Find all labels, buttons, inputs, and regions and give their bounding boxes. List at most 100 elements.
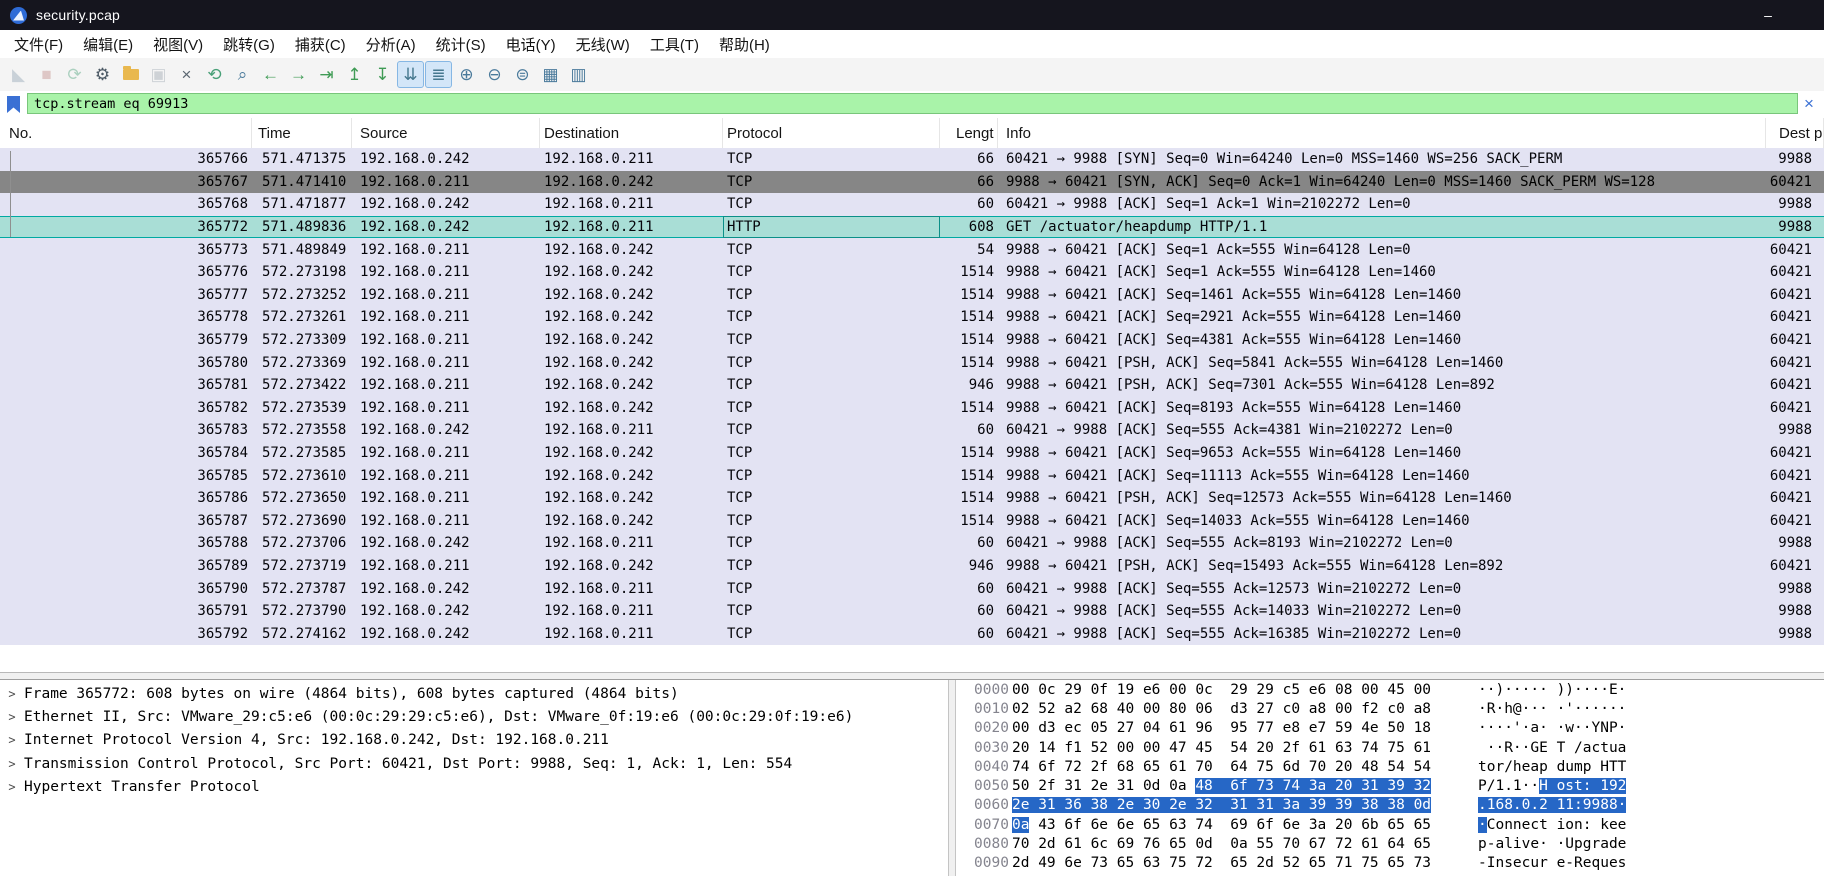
capture-restart-button[interactable]: ⟳ [61, 61, 88, 88]
packet-row[interactable]: 365773 571.489849 192.168.0.211 192.168.0.2… [0, 238, 1824, 261]
hex-offset: 0070 [974, 816, 1009, 833]
column-header-no[interactable]: No. [0, 118, 252, 148]
packet-row[interactable]: 365782 572.273539 192.168.0.211 192.168.0.2… [0, 396, 1824, 420]
menu-item-go[interactable]: 跳转(G) [213, 30, 285, 58]
zoom-in-button[interactable]: ⊕ [453, 61, 480, 88]
hex-row[interactable]: 0030 20 14 f1 52 00 00 47 45 54 20 2f 61 … [956, 738, 1824, 757]
packet-row[interactable]: 365768 571.471877 192.168.0.242 192.168.0.2… [0, 193, 1824, 216]
save-file-button[interactable]: ▣ [145, 61, 172, 88]
minimize-button[interactable]: – [1745, 0, 1791, 30]
cell-info: 60421 → 9988 [ACK] Seq=555 Ack=16385 Win… [1006, 625, 1462, 642]
zoom-out-button[interactable]: ⊖ [481, 61, 508, 88]
packet-row[interactable]: 365767 571.471410 192.168.0.211 192.168.0.2… [0, 170, 1824, 194]
packet-row[interactable]: 365779 572.273309 192.168.0.211 192.168.0.2… [0, 328, 1824, 352]
details-pane: > Frame 365772: 608 bytes on wire (4864 b… [0, 680, 948, 876]
hex-row[interactable]: 0010 02 52 a2 68 40 00 80 06 d3 27 c0 a8 … [956, 699, 1824, 718]
cell-source: 192.168.0.242 [360, 196, 470, 213]
packet-row[interactable]: 365785 572.273610 192.168.0.211 192.168.0.2… [0, 464, 1824, 487]
column-header-protocol[interactable]: Protocol [723, 118, 940, 148]
close-file-button[interactable]: × [173, 61, 200, 88]
detail-line[interactable]: > Internet Protocol Version 4, Src: 192.1… [0, 729, 948, 752]
go-first-button[interactable]: ↥ [341, 61, 368, 88]
cell-time: 572.273198 [262, 264, 347, 281]
hex-row[interactable]: 0050 50 2f 31 2e 31 0d 0a 48 6f 73 74 3a … [956, 776, 1824, 795]
open-file-button[interactable] [117, 61, 144, 88]
find-packet-button[interactable]: ⌕ [229, 61, 256, 88]
display-filter-input[interactable] [27, 93, 1798, 114]
vertical-splitter[interactable] [948, 680, 956, 876]
cell-destport: 60421 [1769, 354, 1812, 371]
menu-item-file[interactable]: 文件(F) [4, 30, 73, 58]
packet-row[interactable]: 365788 572.273706 192.168.0.242 192.168.0.2… [0, 532, 1824, 555]
menu-item-wireless[interactable]: 无线(W) [566, 30, 640, 58]
resize-columns-button[interactable]: ▦ [537, 61, 564, 88]
packet-row[interactable]: 365790 572.273787 192.168.0.242 192.168.0.2… [0, 577, 1824, 600]
hex-row[interactable]: 0040 74 6f 72 2f 68 65 61 70 64 75 6d 70 … [956, 757, 1824, 776]
packet-row[interactable]: 365786 572.273650 192.168.0.211 192.168.0.2… [0, 486, 1824, 510]
cell-source: 192.168.0.211 [360, 354, 470, 371]
colorize-button[interactable]: ≣ [425, 61, 452, 88]
packet-row[interactable]: 365776 572.273198 192.168.0.211 192.168.0.2… [0, 260, 1824, 284]
menu-item-edit[interactable]: 编辑(E) [73, 30, 143, 58]
menu-item-analyze[interactable]: 分析(A) [356, 30, 426, 58]
packet-row[interactable]: 365780 572.273369 192.168.0.211 192.168.0.2… [0, 351, 1824, 374]
menu-item-statistics[interactable]: 统计(S) [426, 30, 496, 58]
hex-ascii: .168.0.2 11:9988· [1478, 797, 1627, 814]
packet-row[interactable]: 365789 572.273719 192.168.0.211 192.168.0.2… [0, 554, 1824, 578]
clear-filter-icon[interactable]: × [1799, 93, 1819, 114]
packet-row[interactable]: 365766 571.471375 192.168.0.242 192.168.0.2… [0, 148, 1824, 171]
hex-row[interactable]: 0000 00 0c 29 0f 19 e6 00 0c 29 29 c5 e6 … [956, 680, 1824, 699]
go-to-packet-button[interactable]: ⇥ [313, 61, 340, 88]
expand-caret-icon[interactable]: > [0, 710, 24, 724]
cell-protocol: TCP [727, 332, 753, 349]
menu-item-tools[interactable]: 工具(T) [640, 30, 709, 58]
capture-options-button[interactable]: ⚙ [89, 61, 116, 88]
detail-line[interactable]: > Transmission Control Protocol, Src Port… [0, 752, 948, 775]
capture-start-button[interactable]: ◣ [5, 61, 32, 88]
column-header-length[interactable]: Lengt [940, 118, 998, 148]
menu-item-capture[interactable]: 捕获(C) [285, 30, 356, 58]
expand-caret-icon[interactable]: > [0, 780, 24, 794]
detail-line[interactable]: > Hypertext Transfer Protocol [0, 775, 948, 798]
expand-caret-icon[interactable]: > [0, 687, 24, 701]
packet-row[interactable]: 365783 572.273558 192.168.0.242 192.168.0.2… [0, 419, 1824, 442]
horizontal-splitter[interactable] [0, 672, 1824, 680]
auto-scroll-button[interactable]: ⇊ [397, 61, 424, 88]
go-back-button[interactable]: ← [257, 61, 284, 88]
filter-bookmark-icon[interactable] [7, 96, 20, 113]
cell-time: 572.273585 [262, 445, 347, 462]
hex-row[interactable]: 0020 00 d3 ec 05 27 04 61 96 95 77 e8 e7 … [956, 719, 1824, 738]
packet-row[interactable]: 365791 572.273790 192.168.0.242 192.168.0.2… [0, 599, 1824, 623]
packet-row[interactable]: 365781 572.273422 192.168.0.211 192.168.0.2… [0, 373, 1824, 397]
packet-row[interactable]: 365772 571.489836 192.168.0.242 192.168.0.2… [0, 215, 1824, 239]
packet-row[interactable]: 365787 572.273690 192.168.0.211 192.168.0.2… [0, 509, 1824, 533]
expand-caret-icon[interactable]: > [0, 757, 24, 771]
hex-row[interactable]: 0070 0a 43 6f 6e 6e 65 63 74 69 6f 6e 3a … [956, 815, 1824, 834]
zoom-original-button[interactable]: ⊜ [509, 61, 536, 88]
column-header-destination[interactable]: Destination [540, 118, 723, 148]
hex-row[interactable]: 0060 2e 31 36 38 2e 30 2e 32 31 31 3a 39 … [956, 796, 1824, 815]
menu-item-help[interactable]: 帮助(H) [709, 30, 780, 58]
menu-item-telephony[interactable]: 电话(Y) [496, 30, 566, 58]
go-forward-button[interactable]: → [285, 61, 312, 88]
hex-row[interactable]: 0090 2d 49 6e 73 65 63 75 72 65 2d 52 65 … [956, 854, 1824, 873]
cell-protocol: TCP [727, 580, 753, 597]
hex-row[interactable]: 0080 70 2d 61 6c 69 76 65 0d 0a 55 70 67 … [956, 834, 1824, 853]
column-header-destport[interactable]: Dest p [1766, 118, 1824, 148]
packet-row[interactable]: 365777 572.273252 192.168.0.211 192.168.0.2… [0, 283, 1824, 307]
packet-row[interactable]: 365792 572.274162 192.168.0.242 192.168.0.2… [0, 622, 1824, 646]
packet-row[interactable]: 365784 572.273585 192.168.0.211 192.168.0.2… [0, 441, 1824, 465]
column-header-source[interactable]: Source [352, 118, 540, 148]
hex-bytes: 02 52 a2 68 40 00 80 06 d3 27 c0 a8 00 f… [1012, 700, 1432, 717]
reload-file-button[interactable]: ⟲ [201, 61, 228, 88]
reset-layout-button[interactable]: ▥ [565, 61, 592, 88]
menu-item-view[interactable]: 视图(V) [143, 30, 213, 58]
expand-caret-icon[interactable]: > [0, 733, 24, 747]
detail-line[interactable]: > Frame 365772: 608 bytes on wire (4864 b… [0, 682, 948, 705]
capture-stop-button[interactable]: ■ [33, 61, 60, 88]
packet-row[interactable]: 365778 572.273261 192.168.0.211 192.168.0.2… [0, 306, 1824, 329]
go-last-button[interactable]: ↧ [369, 61, 396, 88]
detail-line[interactable]: > Ethernet II, Src: VMware_29:c5:e6 (00:0… [0, 705, 948, 728]
column-header-time[interactable]: Time [252, 118, 352, 148]
column-header-info[interactable]: Info [998, 118, 1766, 148]
